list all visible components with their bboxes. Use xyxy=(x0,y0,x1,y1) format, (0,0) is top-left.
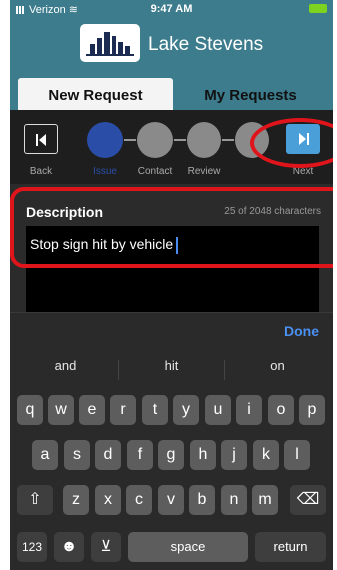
key-m[interactable]: m xyxy=(252,485,278,515)
key-c[interactable]: c xyxy=(126,485,152,515)
key-q[interactable]: q xyxy=(17,395,43,425)
tab-bar: New Request My Requests xyxy=(10,70,333,110)
annotation-rectangle xyxy=(10,187,333,268)
key-o[interactable]: o xyxy=(268,395,294,425)
key-u[interactable]: u xyxy=(205,395,231,425)
city-logo xyxy=(80,24,140,62)
logo-ground xyxy=(86,54,134,56)
keyboard: and hit on q w e r t y u i o p a s d f g… xyxy=(10,350,333,570)
microphone-icon: ⊻ xyxy=(100,538,112,555)
step-review[interactable] xyxy=(187,122,221,158)
key-y[interactable]: y xyxy=(173,395,199,425)
logo-building xyxy=(90,44,95,54)
suggestion[interactable]: on xyxy=(225,358,330,373)
numbers-key[interactable]: 123 xyxy=(17,532,47,562)
logo-building xyxy=(125,46,130,54)
key-j[interactable]: j xyxy=(221,440,247,470)
key-i[interactable]: i xyxy=(236,395,262,425)
backspace-icon: ⌫ xyxy=(296,491,320,508)
status-bar: Verizon ≋ 9:47 AM xyxy=(10,0,333,18)
key-z[interactable]: z xyxy=(63,485,89,515)
emoji-key[interactable]: ☻ xyxy=(54,532,84,562)
key-d[interactable]: d xyxy=(95,440,121,470)
suggestion[interactable]: and xyxy=(13,358,118,373)
key-x[interactable]: x xyxy=(95,485,121,515)
done-button[interactable]: Done xyxy=(284,323,319,339)
phone-screen: Verizon ≋ 9:47 AM Lake Stevens New Reque… xyxy=(10,0,333,570)
key-p[interactable]: p xyxy=(299,395,325,425)
back-icon-bar xyxy=(36,134,38,146)
battery-icon xyxy=(309,4,327,13)
back-button[interactable] xyxy=(24,124,58,154)
tab-new-request[interactable]: New Request xyxy=(18,78,173,110)
key-a[interactable]: a xyxy=(32,440,58,470)
space-key[interactable]: space xyxy=(128,532,248,562)
step-label-review: Review xyxy=(187,166,221,177)
suggestion[interactable]: hit xyxy=(119,358,224,373)
key-k[interactable]: k xyxy=(253,440,279,470)
key-n[interactable]: n xyxy=(221,485,247,515)
key-s[interactable]: s xyxy=(64,440,90,470)
app-title: Lake Stevens xyxy=(148,34,264,55)
logo-building xyxy=(112,36,116,54)
shift-icon: ⇧ xyxy=(28,491,42,508)
status-time: 9:47 AM xyxy=(150,3,193,15)
keyboard-accessory-bar: Done xyxy=(10,312,333,351)
back-label: Back xyxy=(29,166,53,177)
logo-building xyxy=(97,38,102,54)
key-l[interactable]: l xyxy=(284,440,310,470)
key-f[interactable]: f xyxy=(127,440,153,470)
key-w[interactable]: w xyxy=(48,395,74,425)
back-icon xyxy=(39,134,46,146)
app-header: Lake Stevens xyxy=(10,18,333,70)
logo-building xyxy=(104,32,110,54)
key-h[interactable]: h xyxy=(190,440,216,470)
shift-key[interactable]: ⇧ xyxy=(17,485,53,515)
backspace-key[interactable]: ⌫ xyxy=(290,485,326,515)
step-contact[interactable] xyxy=(137,122,173,158)
key-b[interactable]: b xyxy=(189,485,215,515)
logo-building xyxy=(118,42,123,54)
step-connector xyxy=(124,139,136,141)
step-issue[interactable] xyxy=(87,122,123,158)
emoji-icon: ☻ xyxy=(60,538,78,555)
step-connector xyxy=(174,139,186,141)
key-t[interactable]: t xyxy=(142,395,168,425)
key-e[interactable]: e xyxy=(79,395,105,425)
step-connector xyxy=(222,139,234,141)
key-g[interactable]: g xyxy=(158,440,184,470)
key-r[interactable]: r xyxy=(110,395,136,425)
dictation-key[interactable]: ⊻ xyxy=(91,532,121,562)
key-v[interactable]: v xyxy=(158,485,184,515)
tab-my-requests[interactable]: My Requests xyxy=(173,78,328,110)
return-key[interactable]: return xyxy=(255,532,326,562)
